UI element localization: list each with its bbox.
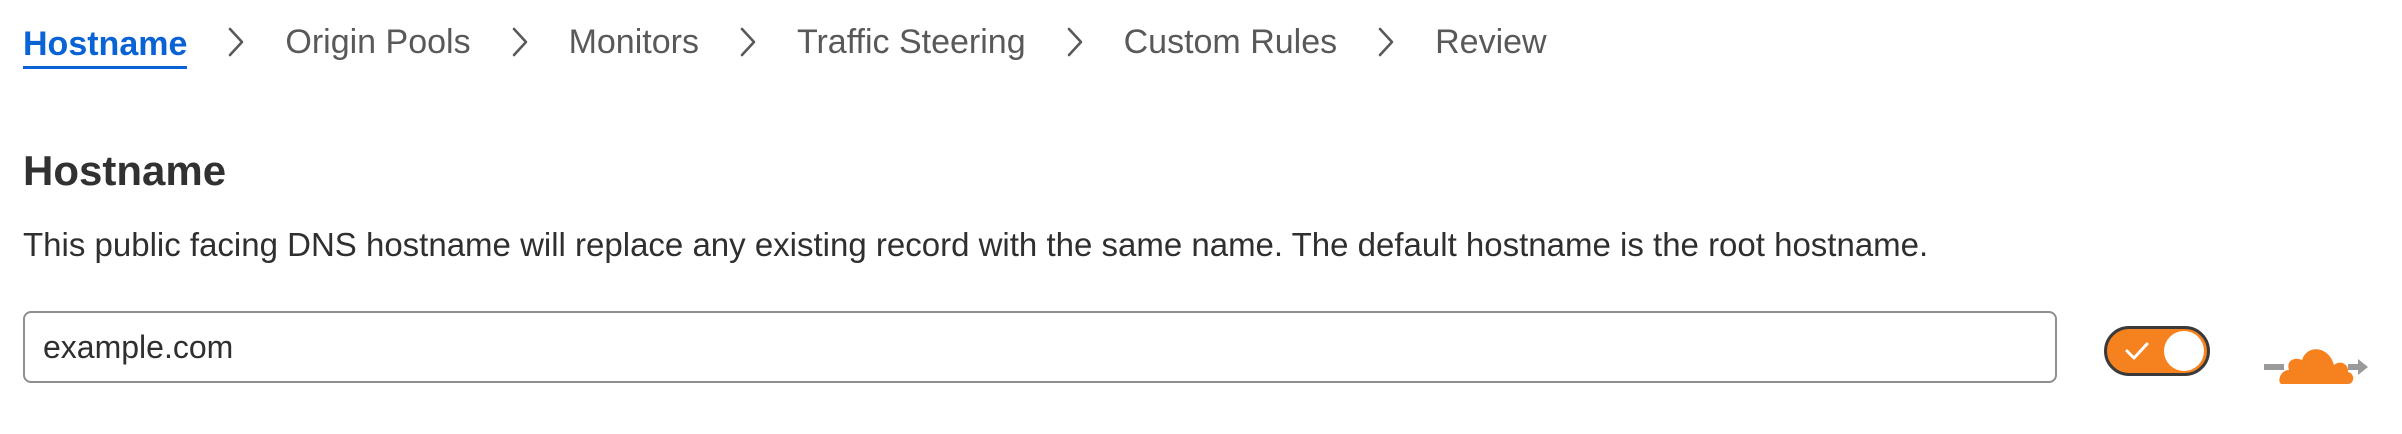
check-icon bbox=[2125, 341, 2149, 366]
section-description: This public facing DNS hostname will rep… bbox=[23, 226, 1929, 263]
chevron-right-icon bbox=[1026, 14, 1124, 70]
chevron-right-icon bbox=[187, 14, 285, 70]
hostname-input[interactable] bbox=[23, 311, 2057, 383]
step-custom-rules[interactable]: Custom Rules bbox=[1124, 14, 1338, 70]
chevron-right-icon bbox=[699, 14, 797, 70]
wizard-stepper: Hostname Origin Pools Monitors Traffic S… bbox=[23, 14, 1547, 70]
step-traffic-steering[interactable]: Traffic Steering bbox=[797, 14, 1026, 70]
chevron-right-icon bbox=[1337, 14, 1435, 70]
proxy-toggle[interactable] bbox=[2104, 326, 2210, 376]
chevron-right-icon bbox=[471, 14, 569, 70]
proxied-cloud-icon bbox=[2262, 340, 2372, 386]
load-balancer-hostname-page: Hostname Origin Pools Monitors Traffic S… bbox=[0, 0, 2402, 434]
toggle-knob bbox=[2164, 331, 2204, 371]
step-origin-pools[interactable]: Origin Pools bbox=[285, 14, 470, 70]
step-hostname[interactable]: Hostname bbox=[23, 16, 188, 69]
step-review[interactable]: Review bbox=[1435, 14, 1546, 70]
section-title: Hostname bbox=[23, 147, 227, 194]
step-monitors[interactable]: Monitors bbox=[569, 14, 699, 70]
